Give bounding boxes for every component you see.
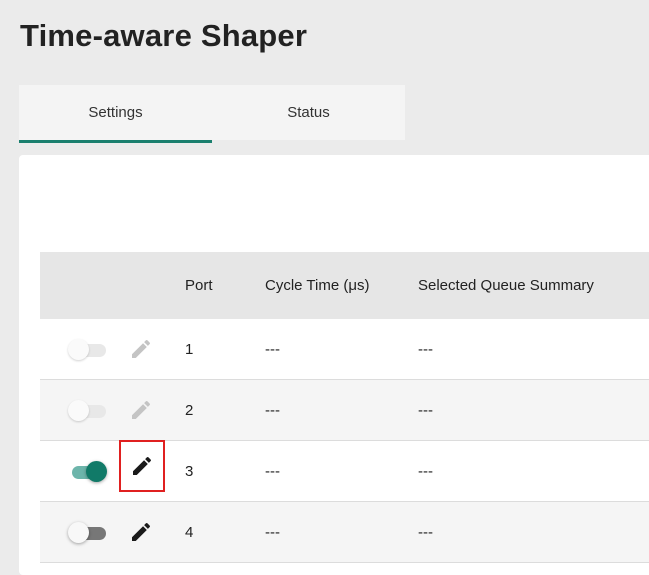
edit-button[interactable] bbox=[126, 334, 156, 364]
edit-button[interactable] bbox=[119, 440, 165, 492]
cycle-time-cell: --- bbox=[265, 402, 280, 419]
column-header-queue-summary[interactable]: Selected Queue Summary bbox=[418, 252, 594, 319]
edit-button[interactable] bbox=[126, 395, 156, 425]
toggle-knob bbox=[68, 339, 89, 360]
table-header: Port Cycle Time (μs) Selected Queue Summ… bbox=[40, 252, 649, 319]
enable-toggle[interactable] bbox=[68, 400, 106, 422]
queue-summary-cell: --- bbox=[418, 524, 433, 541]
table-row: 3 --- --- bbox=[40, 440, 649, 502]
page-title: Time-aware Shaper bbox=[20, 18, 308, 53]
tab-bar: Settings Status bbox=[19, 85, 405, 143]
pencil-icon bbox=[133, 456, 152, 475]
tab-status[interactable]: Status bbox=[212, 85, 405, 140]
cycle-time-cell: --- bbox=[265, 341, 280, 358]
cycle-time-cell: --- bbox=[265, 463, 280, 480]
port-cell: 2 bbox=[185, 402, 194, 419]
edit-button[interactable] bbox=[126, 517, 156, 547]
queue-summary-cell: --- bbox=[418, 341, 433, 358]
pencil-icon bbox=[132, 400, 151, 419]
table-row: 1 --- --- bbox=[40, 319, 649, 380]
tab-settings[interactable]: Settings bbox=[19, 85, 212, 143]
toggle-knob bbox=[68, 522, 89, 543]
table-row: 4 --- --- bbox=[40, 502, 649, 563]
column-header-port[interactable]: Port bbox=[185, 252, 213, 319]
port-cell: 3 bbox=[185, 463, 194, 480]
pencil-icon bbox=[132, 339, 151, 358]
enable-toggle[interactable] bbox=[68, 461, 107, 483]
pencil-icon bbox=[132, 522, 151, 541]
toggle-knob bbox=[68, 400, 89, 421]
table-row: 2 --- --- bbox=[40, 380, 649, 441]
enable-toggle[interactable] bbox=[68, 339, 106, 361]
queue-summary-cell: --- bbox=[418, 463, 433, 480]
enable-toggle[interactable] bbox=[68, 522, 106, 544]
queue-summary-cell: --- bbox=[418, 402, 433, 419]
cycle-time-cell: --- bbox=[265, 524, 280, 541]
port-cell: 4 bbox=[185, 524, 194, 541]
toggle-knob bbox=[86, 461, 107, 482]
column-header-cycle-time[interactable]: Cycle Time (μs) bbox=[265, 252, 369, 319]
port-cell: 1 bbox=[185, 341, 194, 358]
